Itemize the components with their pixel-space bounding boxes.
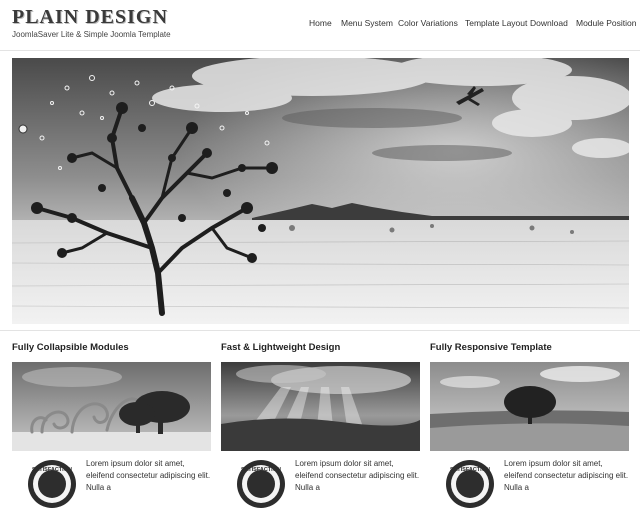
nav-item-download[interactable]: Download (530, 18, 568, 28)
feature-title[interactable]: Fully Collapsible Modules (12, 342, 129, 353)
satisfaction-badge: SATISFACTION (444, 458, 496, 510)
nav-item-color-variations[interactable]: Color Variations (398, 18, 458, 28)
feature-title[interactable]: Fully Responsive Template (430, 342, 552, 353)
nav-item-menu-system[interactable]: Menu System (341, 18, 393, 28)
nav-item-module-position[interactable]: Module Position (576, 18, 636, 28)
feature-description: Lorem ipsum dolor sit amet, eleifend con… (86, 459, 211, 492)
feature-column-lightweight: Fast & Lightweight Design SATISFACTION L… (221, 342, 420, 508)
site-tagline: JoomlaSaver Lite & Simple Joomla Templat… (12, 30, 171, 39)
feature-image-sunrays[interactable] (221, 362, 420, 451)
main-navigation: Home Menu System Color Variations Templa… (300, 18, 640, 32)
hero-slideshow-image[interactable] (12, 58, 629, 324)
nav-item-template-layout[interactable]: Template Layout (465, 18, 527, 28)
feature-title[interactable]: Fast & Lightweight Design (221, 342, 340, 353)
feature-description: Lorem ipsum dolor sit amet, eleifend con… (504, 459, 629, 492)
satisfaction-badge: SATISFACTION (26, 458, 78, 510)
feature-description: Lorem ipsum dolor sit amet, eleifend con… (295, 459, 420, 492)
hero-divider (0, 330, 640, 331)
feature-column-responsive: Fully Responsive Template SATISFACTION L… (430, 342, 629, 508)
badge-text: SATISFACTION (241, 467, 281, 473)
nav-item-home[interactable]: Home (309, 18, 332, 28)
site-header: PLAIN DESIGN JoomlaSaver Lite & Simple J… (0, 0, 640, 50)
feature-column-modules: Fully Collapsible Modules SATISFACTION L… (12, 342, 211, 508)
header-divider (0, 50, 640, 51)
site-logo-title[interactable]: PLAIN DESIGN (12, 6, 168, 29)
feature-image-lone-tree[interactable] (430, 362, 629, 451)
feature-image-tree-swirls[interactable] (12, 362, 211, 451)
badge-text: SATISFACTION (450, 467, 490, 473)
badge-text: SATISFACTION (32, 467, 72, 473)
satisfaction-badge: SATISFACTION (235, 458, 287, 510)
